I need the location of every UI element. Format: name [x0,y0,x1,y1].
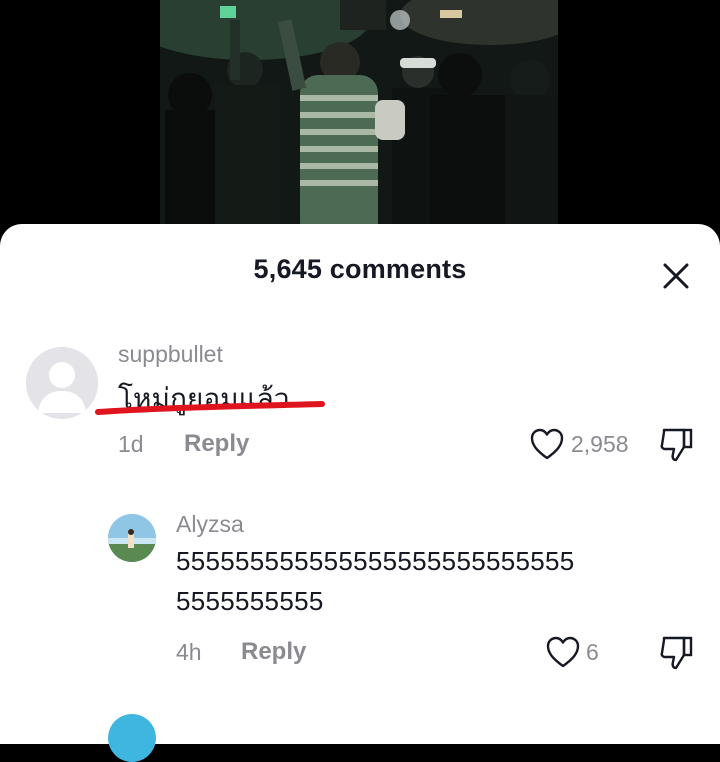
video-frame [160,0,558,240]
like-count: 6 [586,639,599,665]
heart-icon[interactable] [545,635,581,669]
heart-icon[interactable] [529,427,565,461]
default-avatar-icon [26,347,98,419]
comments-count-title: 5,645 comments [253,254,467,284]
concert-crowd-image [160,0,558,240]
video-player[interactable] [0,0,720,240]
close-icon [663,263,689,289]
user-photo-avatar [108,514,156,562]
comment-timestamp: 1d [118,431,144,457]
comment-timestamp: 4h [176,639,202,665]
thumbs-down-icon[interactable] [658,634,694,672]
avatar[interactable] [108,714,156,762]
comments-sheet: 5,645 comments suppbullet โหม่กูยอมแล้ว … [0,224,720,762]
like-count: 2,958 [571,431,629,457]
avatar[interactable] [108,514,156,562]
comment-text-line-2: 5555555555 [176,586,324,616]
reply-button[interactable]: Reply [184,430,249,458]
close-button[interactable] [656,256,696,296]
thumbs-down-icon[interactable] [658,426,694,464]
reply-button[interactable]: Reply [241,638,306,666]
avatar[interactable] [26,347,98,419]
comment-text-line-1: 555555555555555555555555555 [176,546,575,576]
comment-username[interactable]: Alyzsa [176,511,244,538]
comment-username[interactable]: suppbullet [118,341,223,368]
red-underline-annotation [95,401,325,415]
